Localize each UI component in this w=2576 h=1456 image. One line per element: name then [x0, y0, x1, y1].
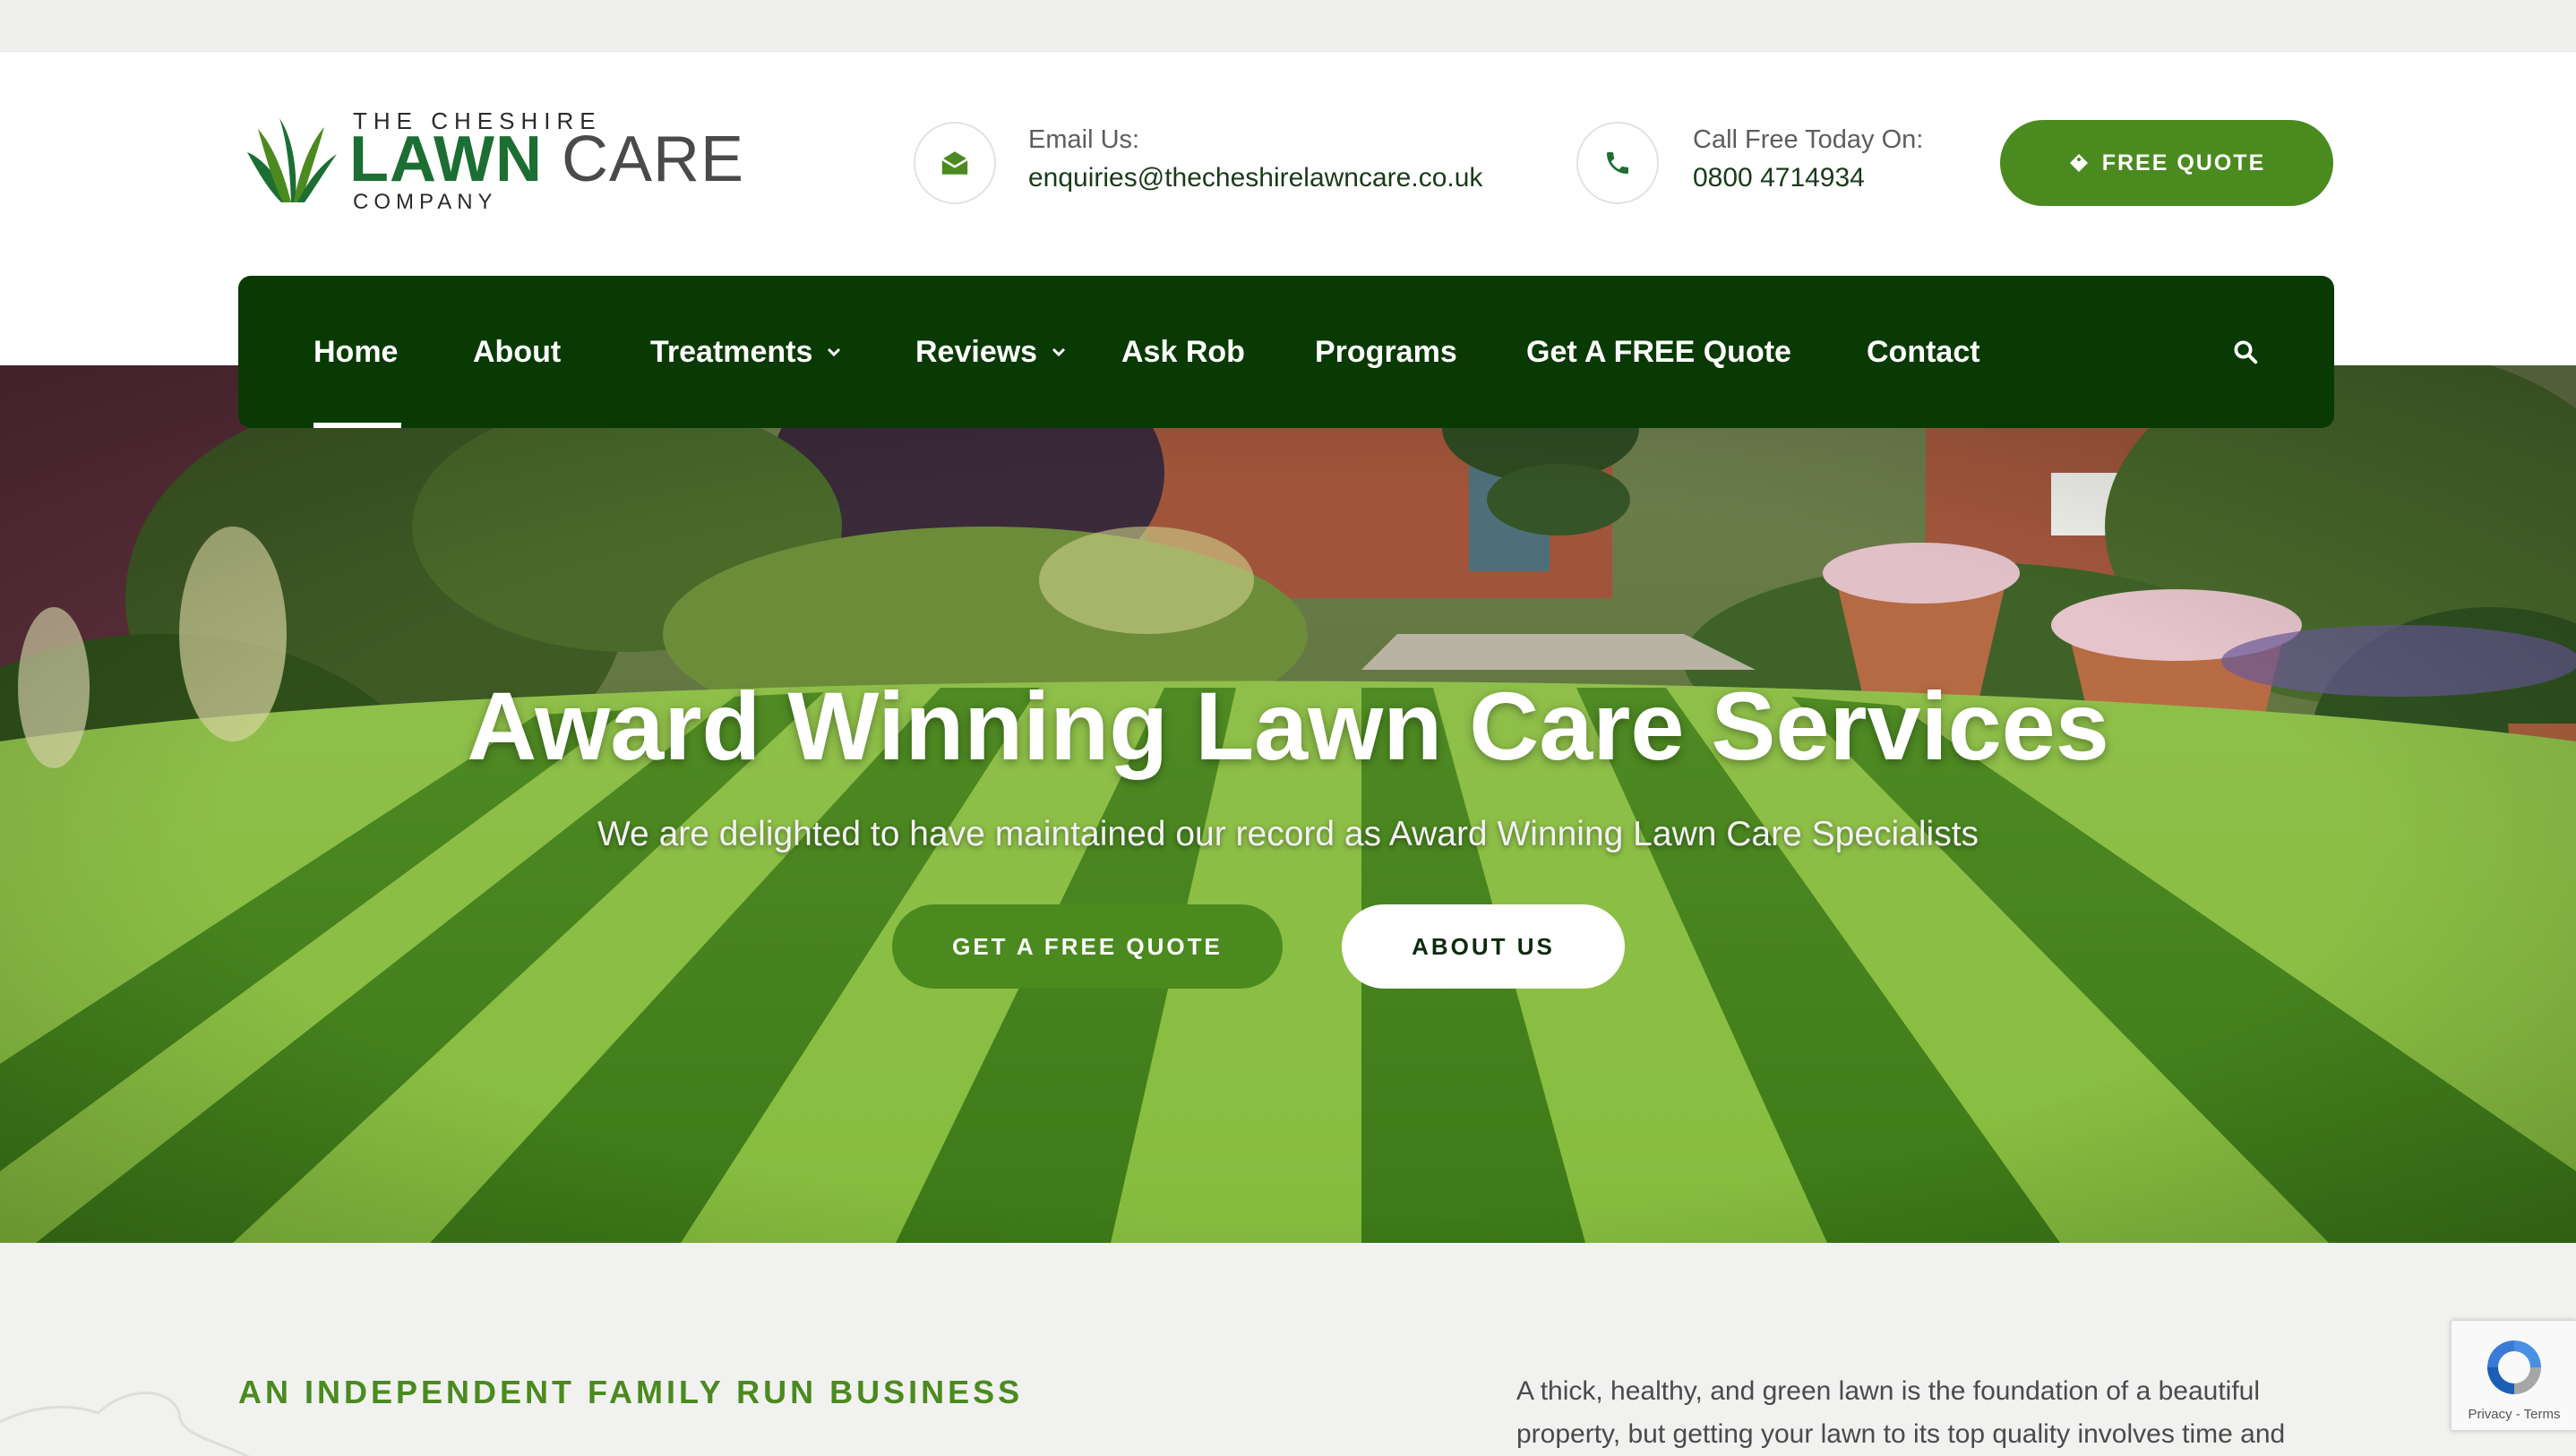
logo-care-text: CARE	[561, 124, 745, 195]
hero-title: Award Winning Lawn Care Services	[467, 672, 2109, 780]
nav-item-label: Contact	[1867, 334, 1980, 369]
site-logo[interactable]: THE CHESHIRE LAWN CARE COMPANY	[242, 106, 744, 214]
header-free-quote-label: FREE QUOTE	[2101, 150, 2266, 176]
logo-bottom-text: COMPANY	[353, 190, 498, 214]
nav-item-get-free-quote[interactable]: Get A FREE Quote	[1526, 276, 1791, 428]
top-strip	[0, 0, 2576, 52]
nav-item-home[interactable]: Home	[313, 276, 398, 428]
nav-item-label: Home	[313, 334, 399, 369]
intro-section: AN INDEPENDENT FAMILY RUN BUSINESS A thi…	[0, 1243, 2576, 1456]
intro-paragraph: A thick, healthy, and green lawn is the …	[1516, 1376, 2286, 1449]
nav-item-treatments[interactable]: Treatments	[650, 276, 843, 428]
phone-link[interactable]: 0800 4714934	[1693, 163, 1865, 193]
email-link[interactable]: enquiries@thecheshirelawncare.co.uk	[1028, 163, 1482, 193]
search-button[interactable]	[2221, 328, 2270, 376]
nav-item-label: About	[473, 334, 562, 369]
envelope-icon	[941, 151, 968, 175]
search-icon	[2234, 340, 2258, 364]
nav-item-label: Reviews	[915, 334, 1038, 369]
email-icon-circle[interactable]	[914, 122, 996, 204]
recaptcha-links[interactable]: Privacy - Terms	[2451, 1407, 2576, 1422]
nav-item-ask-rob[interactable]: Ask Rob	[1121, 276, 1245, 428]
nav-item-programs[interactable]: Programs	[1315, 276, 1457, 428]
recaptcha-badge[interactable]: Privacy - Terms	[2451, 1320, 2576, 1431]
hero-subtitle: We are delighted to have maintained our …	[597, 815, 1979, 853]
header-free-quote-button[interactable]: FREE QUOTE	[2000, 120, 2333, 206]
logo-lawn-text: LAWN	[349, 124, 543, 195]
nav-item-reviews[interactable]: Reviews	[915, 276, 1068, 428]
nav-item-label: Treatments	[650, 334, 813, 369]
recaptcha-icon	[2487, 1340, 2541, 1394]
phone-icon	[1607, 152, 1628, 174]
phone-label: Call Free Today On:	[1693, 125, 1924, 154]
phone-icon-circle[interactable]	[1576, 122, 1659, 204]
nav-item-label: Programs	[1315, 334, 1457, 369]
hero-about-us-button[interactable]: ABOUT US	[1342, 904, 1625, 989]
hero-get-free-quote-button[interactable]: GET A FREE QUOTE	[892, 904, 1283, 989]
chevron-down-icon	[828, 347, 841, 357]
chevron-down-icon	[1052, 347, 1066, 357]
nav-item-label: Get A FREE Quote	[1526, 334, 1791, 369]
nav-item-contact[interactable]: Contact	[1867, 276, 1980, 428]
logo-main-text: LAWN CARE	[349, 127, 744, 192]
nav-item-label: Ask Rob	[1121, 334, 1245, 369]
section-kicker: AN INDEPENDENT FAMILY RUN BUSINESS	[238, 1374, 1024, 1410]
tag-icon	[2069, 154, 2088, 172]
email-label: Email Us:	[1028, 125, 1140, 154]
decorative-outline	[0, 1392, 251, 1456]
nav-active-indicator	[313, 423, 401, 428]
main-nav: Home About Treatments Reviews Ask Rob Pr…	[238, 276, 2334, 428]
hero-section: Award Winning Lawn Care Services We are …	[0, 365, 2576, 1243]
logo-grass-icon	[246, 116, 337, 206]
hero-garden-image	[0, 365, 2576, 1243]
nav-item-about[interactable]: About	[473, 276, 561, 428]
